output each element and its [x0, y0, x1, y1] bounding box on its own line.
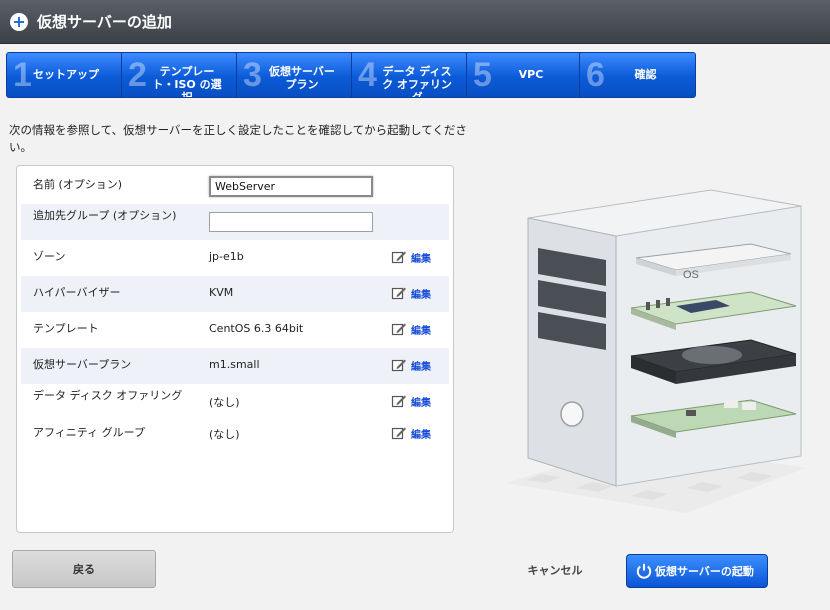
row-value: CentOS 6.3 64bit	[209, 322, 304, 335]
name-input[interactable]	[209, 176, 373, 197]
row-server-plan: 仮想サーバープラン m1.small 編集	[21, 348, 449, 384]
back-button[interactable]: 戻る	[12, 550, 156, 588]
row-label: テンプレート	[33, 322, 99, 335]
row-value: KVM	[209, 286, 234, 299]
cancel-button[interactable]: キャンセル	[512, 562, 598, 580]
launch-label: 仮想サーバーの起動	[655, 565, 754, 578]
step-confirm[interactable]: 6 確認	[580, 53, 695, 97]
wizard-steps: 1 セットアップ 2 テンプレー ト・ISO の選 択 3 仮想サーバー プラン…	[6, 52, 696, 98]
step-label: データ ディス ク オファリン グ	[382, 65, 452, 98]
step-label: 確認	[634, 68, 657, 81]
row-label: データ ディスク オファリング	[33, 389, 183, 402]
group-input[interactable]	[209, 212, 373, 232]
row-disk-offering: データ ディスク オファリング (なし) 編集	[21, 384, 449, 420]
row-value: jp-e1b	[209, 250, 244, 263]
edit-label: 編集	[411, 253, 431, 265]
row-label: 仮想サーバープラン	[33, 358, 132, 371]
step-disk-offering[interactable]: 4 データ ディス ク オファリン グ	[352, 53, 467, 97]
edit-label: 編集	[411, 289, 431, 301]
row-label: ハイパーバイザー	[33, 286, 121, 299]
row-name: 名前 (オプション)	[21, 168, 449, 204]
row-label: ゾーン	[33, 250, 66, 263]
row-hypervisor: ハイパーバイザー KVM 編集	[21, 276, 449, 312]
row-value: (なし)	[209, 396, 240, 409]
step-label: テンプレー ト・ISO の選 択	[152, 65, 222, 98]
edit-hypervisor-link[interactable]: 編集	[391, 285, 431, 301]
title-bar: 仮想サーバーの追加	[0, 0, 830, 44]
edit-disk-offering-link[interactable]: 編集	[391, 393, 431, 409]
step-server-plan[interactable]: 3 仮想サーバー プラン	[237, 53, 352, 97]
step-label: VPC	[518, 68, 544, 81]
edit-icon	[391, 287, 406, 300]
dialog-title: 仮想サーバーの追加	[37, 13, 172, 31]
row-template: テンプレート CentOS 6.3 64bit 編集	[21, 312, 449, 348]
edit-template-link[interactable]: 編集	[391, 321, 431, 337]
step-template-iso[interactable]: 2 テンプレー ト・ISO の選 択	[122, 53, 237, 97]
row-group: 追加先グループ (オプション)	[21, 204, 449, 240]
plus-circle-icon	[10, 12, 28, 31]
edit-label: 編集	[411, 397, 431, 409]
edit-label: 編集	[411, 361, 431, 373]
summary-panel: 名前 (オプション) 追加先グループ (オプション) ゾーン jp-e1b 編集…	[16, 165, 454, 533]
launch-server-button[interactable]: 仮想サーバーの起動	[626, 554, 768, 588]
row-zone: ゾーン jp-e1b 編集	[21, 240, 449, 276]
power-icon	[636, 563, 652, 579]
os-label: OS	[683, 269, 699, 281]
step-label: 仮想サーバー プラン	[269, 65, 335, 91]
edit-icon	[391, 395, 406, 408]
edit-label: 編集	[411, 325, 431, 337]
edit-label: 編集	[411, 429, 431, 441]
server-tower-illustration: OS	[506, 189, 806, 513]
edit-zone-link[interactable]: 編集	[391, 249, 431, 265]
step-setup[interactable]: 1 セットアップ	[7, 53, 122, 97]
row-value: (なし)	[209, 428, 240, 441]
instruction-text: 次の情報を参照して、仮想サーバーを正しく設定したことを確認してから起動してくださ…	[9, 123, 467, 154]
row-label: 名前 (オプション)	[33, 178, 123, 191]
edit-server-plan-link[interactable]: 編集	[391, 357, 431, 373]
edit-icon	[391, 251, 406, 264]
step-number: 1	[13, 56, 32, 94]
edit-icon	[391, 359, 406, 372]
add-virtual-server-dialog: 仮想サーバーの追加 1 セットアップ 2 テンプレー ト・ISO の選 択 3 …	[0, 0, 830, 610]
edit-affinity-group-link[interactable]: 編集	[391, 425, 431, 441]
edit-icon	[391, 427, 406, 440]
row-label: 追加先グループ (オプション)	[33, 209, 177, 222]
step-label: セットアップ	[33, 68, 99, 81]
edit-icon	[391, 323, 406, 336]
step-vpc[interactable]: 5 VPC	[467, 53, 580, 97]
row-affinity-group: アフィニティ グループ (なし) 編集	[21, 416, 449, 452]
row-value: m1.small	[209, 358, 260, 371]
row-label: アフィニティ グループ	[33, 426, 145, 439]
